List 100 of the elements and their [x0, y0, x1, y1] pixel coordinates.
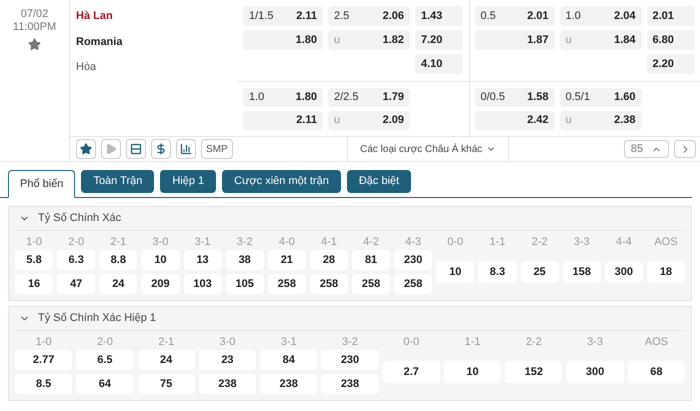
over-odds[interactable]: 1.0 2.04	[560, 6, 642, 26]
score-label: 2-0	[67, 235, 86, 250]
tab[interactable]: Hiệp 1	[160, 170, 216, 193]
score-odds[interactable]: 47	[57, 274, 96, 294]
odds-value: 2.11	[296, 8, 317, 24]
score-odds[interactable]: 8.5	[15, 374, 72, 394]
handicap-odds[interactable]: 1/1.5 2.11	[243, 6, 323, 26]
score-odds[interactable]: 28	[310, 250, 348, 270]
tab[interactable]: Cược xiên một trận	[222, 170, 341, 193]
score-odds[interactable]: 300	[566, 361, 624, 383]
match-time: 11:00PM	[12, 21, 56, 34]
over-odds[interactable]: 2/2.5 1.79	[328, 88, 410, 107]
score-odds[interactable]: 13	[184, 250, 222, 270]
score-odds[interactable]: 230	[321, 350, 379, 370]
score-odds[interactable]: 24	[99, 274, 138, 294]
score-odds[interactable]: 21	[268, 250, 306, 270]
result-odds[interactable]: 2.20	[646, 54, 694, 74]
tab[interactable]: Phổ biến	[8, 170, 76, 198]
result-odds[interactable]: 2.01	[646, 6, 694, 26]
score-odds[interactable]: 5.8	[15, 250, 54, 270]
score-odds[interactable]: 10	[141, 250, 180, 270]
score-odds[interactable]: 238	[260, 374, 318, 394]
score-label: 1-0	[34, 335, 53, 350]
score-odds[interactable]: 258	[394, 274, 432, 294]
handicap-odds[interactable]: 2.11	[243, 111, 323, 130]
score-label: 3-1	[280, 335, 298, 350]
score-odds[interactable]: 10	[444, 361, 502, 383]
score-odds[interactable]: 81	[352, 250, 390, 270]
under-odds[interactable]: u 1.82	[328, 30, 410, 50]
line-label: u	[334, 32, 340, 48]
under-odds[interactable]: u 2.38	[560, 111, 642, 130]
score-odds[interactable]: 10	[436, 261, 474, 283]
score-label: 2-0	[96, 335, 114, 350]
score-odds[interactable]: 152	[505, 361, 562, 383]
odds-value: 1.60	[614, 90, 636, 106]
market-count-button[interactable]: 85	[624, 140, 669, 158]
score-label: 1-1	[488, 235, 506, 250]
score-odds[interactable]: 2.7	[382, 361, 440, 383]
score-label: 2-2	[524, 335, 543, 350]
handicap-odds[interactable]: 0.5 2.01	[474, 6, 554, 26]
score-odds[interactable]: 230	[394, 250, 432, 270]
score-odds[interactable]: 6.5	[76, 350, 134, 370]
over-odds[interactable]: 2.5 2.06	[328, 6, 410, 26]
score-label: 2-1	[157, 335, 176, 350]
score-odds[interactable]: 2.77	[15, 350, 72, 370]
score-odds[interactable]: 209	[141, 274, 180, 294]
score-label: 3-1	[194, 235, 212, 250]
smp-button[interactable]: SMP	[201, 139, 233, 159]
score-odds[interactable]: 158	[562, 261, 601, 283]
score-odds[interactable]: 258	[268, 274, 306, 294]
handicap-odds[interactable]: 2.42	[474, 111, 554, 130]
score-label: AOS	[653, 235, 679, 250]
score-odds[interactable]: 38	[226, 250, 264, 270]
favorite-star-icon[interactable]	[28, 38, 41, 51]
score-label: 4-3	[404, 235, 422, 250]
handicap-odds[interactable]: 0/0.5 1.58	[474, 88, 554, 107]
tab[interactable]: Đặc biệt	[346, 170, 412, 193]
under-odds[interactable]: u 1.84	[560, 30, 642, 50]
score-odds[interactable]: 8.3	[478, 261, 516, 283]
score-odds[interactable]: 300	[604, 261, 643, 283]
score-odds[interactable]: 24	[138, 350, 195, 370]
dollar-icon[interactable]	[151, 139, 171, 159]
score-label: 1-1	[464, 335, 482, 350]
score-odds[interactable]: 103	[184, 274, 222, 294]
score-odds[interactable]: 75	[138, 374, 195, 394]
line-label: 0.5	[480, 8, 496, 24]
score-odds[interactable]: 258	[310, 274, 348, 294]
score-odds[interactable]: 16	[15, 274, 54, 294]
score-odds[interactable]: 68	[628, 361, 685, 383]
result-odds[interactable]: 4.10	[415, 54, 463, 74]
score-odds[interactable]: 25	[520, 261, 559, 283]
score-label: 0-0	[402, 335, 420, 350]
odds-value: 2.11	[296, 113, 317, 128]
tab[interactable]: Toàn Trận	[81, 170, 154, 193]
bar-chart-icon[interactable]	[176, 139, 196, 159]
other-markets-tab[interactable]: Các loại cược Châu Á khác	[347, 137, 510, 161]
score-odds[interactable]: 18	[646, 261, 685, 283]
handicap-odds[interactable]: 1.87	[474, 30, 554, 50]
score-odds[interactable]: 258	[352, 274, 390, 294]
score-odds[interactable]: 6.3	[57, 250, 96, 270]
odds-value: 1.82	[382, 32, 404, 48]
score-odds[interactable]: 105	[226, 274, 264, 294]
odds-value: 2.42	[527, 113, 548, 128]
score-odds[interactable]: 238	[321, 374, 379, 394]
result-odds[interactable]: 7.20	[415, 30, 463, 50]
score-odds[interactable]: 238	[198, 374, 256, 394]
score-odds[interactable]: 23	[198, 350, 256, 370]
under-odds[interactable]: u 2.09	[328, 111, 410, 130]
result-odds[interactable]: 1.43	[415, 6, 463, 26]
score-odds[interactable]: 8.8	[99, 250, 138, 270]
line-label: 1/1.5	[249, 8, 274, 24]
result-odds[interactable]: 6.80	[646, 30, 694, 50]
line-label: u	[566, 32, 572, 48]
handicap-odds[interactable]: 1.80	[243, 30, 323, 50]
score-label: 2-1	[109, 235, 128, 250]
score-odds[interactable]: 64	[76, 374, 134, 394]
over-odds[interactable]: 0.5/1 1.60	[560, 88, 642, 107]
handicap-odds[interactable]: 1.0 1.80	[243, 88, 323, 107]
score-odds[interactable]: 84	[260, 350, 318, 370]
list-icon[interactable]	[126, 139, 146, 159]
